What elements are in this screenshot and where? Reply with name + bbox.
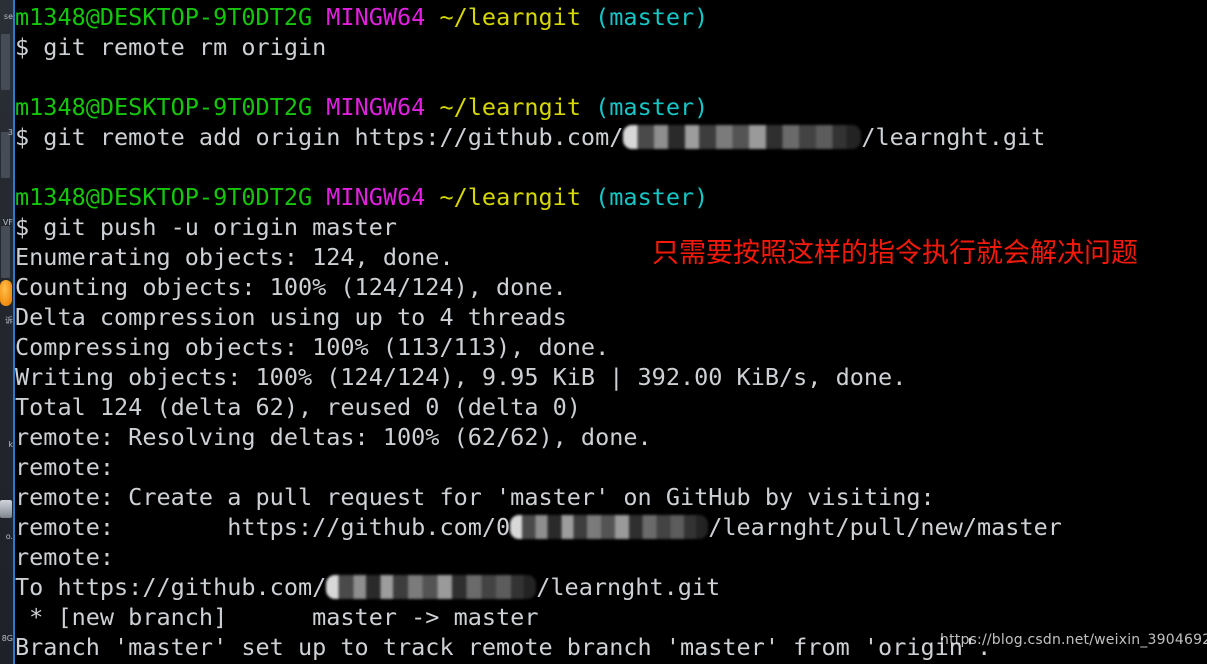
desktop-tile <box>1 132 10 178</box>
prompt-user-host: m1348@DESKTOP-9T0DT2G <box>15 183 313 211</box>
prompt-path: ~/learngit <box>439 3 581 31</box>
desktop-text-fragment: se <box>3 12 13 21</box>
url-text-before-redaction: remote: https://github.com/0 <box>15 513 511 541</box>
desktop-text-fragment: 8G <box>1 634 13 643</box>
gray-app-icon[interactable] <box>0 500 12 518</box>
desktop-text-fragment: VF <box>2 218 13 227</box>
prompt-user-host: m1348@DESKTOP-9T0DT2G <box>15 93 313 121</box>
prompt-path: ~/learngit <box>439 93 581 121</box>
red-annotation-text: 只需要按照这样的指令执行就会解决问题 <box>652 238 1138 269</box>
redaction-block <box>623 125 862 149</box>
command-line: $ git remote rm origin <box>15 33 327 61</box>
prompt-line: m1348@DESKTOP-9T0DT2G MINGW64 ~/learngit… <box>15 92 1207 122</box>
command-text-after-redaction: /learnght.git <box>861 123 1046 151</box>
orange-app-icon[interactable] <box>0 280 12 306</box>
prompt-branch: (master) <box>595 93 709 121</box>
output-line-compressing: Compressing objects: 100% (113/113), don… <box>15 333 610 361</box>
output-line-counting: Counting objects: 100% (124/124), done. <box>15 273 567 301</box>
desktop-text-fragment: 3 <box>7 128 13 137</box>
redaction-block <box>326 575 537 599</box>
prompt-line: m1348@DESKTOP-9T0DT2G MINGW64 ~/learngit… <box>15 2 1207 32</box>
redaction-block <box>510 515 709 539</box>
output-line-total: Total 124 (delta 62), reused 0 (delta 0) <box>15 393 581 421</box>
prompt-user-host: m1348@DESKTOP-9T0DT2G <box>15 3 313 31</box>
prompt-line: m1348@DESKTOP-9T0DT2G MINGW64 ~/learngit… <box>15 182 1207 212</box>
prompt-branch: (master) <box>595 183 709 211</box>
desktop-tile <box>1 226 10 278</box>
prompt-shell-label: MINGW64 <box>326 183 426 211</box>
desktop-text-fragment: o. <box>5 532 13 541</box>
output-line-pull-request: remote: Create a pull request for 'maste… <box>15 483 935 511</box>
output-line-pull-request-url: remote: https://github.com/0/learnght/pu… <box>15 512 1207 542</box>
csdn-watermark: https://blog.csdn.net/weixin_39046924 <box>940 632 1207 648</box>
prompt-shell-label: MINGW64 <box>326 93 426 121</box>
output-line-resolving-deltas: remote: Resolving deltas: 100% (62/62), … <box>15 423 652 451</box>
desktop-left-sliver: se 3 VF 诉 k o. 8G <box>0 0 13 664</box>
desktop-text-fragment: k <box>8 440 13 449</box>
prompt-branch: (master) <box>595 3 709 31</box>
prompt-path: ~/learngit <box>439 183 581 211</box>
desktop-tile <box>1 34 10 90</box>
prompt-shell-label: MINGW64 <box>326 3 426 31</box>
output-line-remote-blank: remote: <box>15 543 129 571</box>
url-text-after-redaction: /learnght/pull/new/master <box>708 513 1062 541</box>
to-text-after-redaction: /learnght.git <box>536 573 721 601</box>
output-line-remote-blank: remote: <box>15 453 129 481</box>
output-line-writing: Writing objects: 100% (124/124), 9.95 Ki… <box>15 363 907 391</box>
command-line-remote-add: $ git remote add origin https://github.c… <box>15 122 1207 152</box>
desktop-text-fragment: 诉 <box>5 316 13 325</box>
output-line-delta-compression: Delta compression using up to 4 threads <box>15 303 567 331</box>
output-line-new-branch: * [new branch] master -> master <box>15 603 539 631</box>
to-text-before-redaction: To https://github.com/ <box>15 573 327 601</box>
command-text-before-redaction: $ git remote add origin https://github.c… <box>15 123 624 151</box>
terminal-output-area[interactable]: m1348@DESKTOP-9T0DT2G MINGW64 ~/learngit… <box>15 0 1207 664</box>
mingw64-terminal-window[interactable]: m1348@DESKTOP-9T0DT2G MINGW64 ~/learngit… <box>13 0 1207 664</box>
output-line-to-remote: To https://github.com/ /learnght.git <box>15 572 1207 602</box>
